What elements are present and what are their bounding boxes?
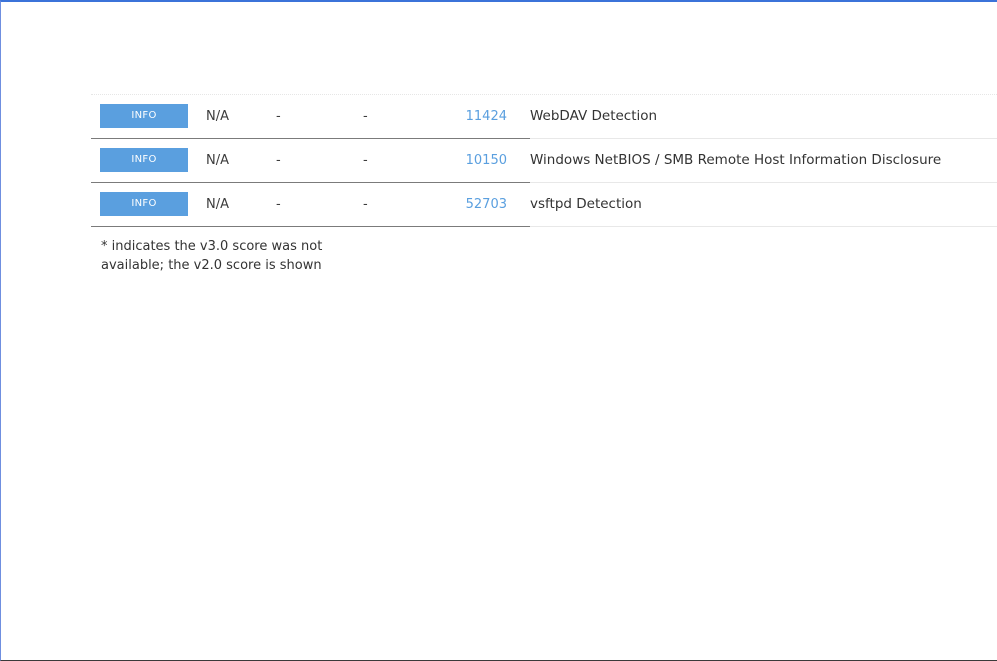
plugin-name: vsftpd Detection	[530, 196, 642, 212]
footnote-line: available; the v2.0 score is shown	[101, 258, 322, 273]
table-row: INFO N/A - - 10150 Windows NetBIOS / SMB…	[91, 139, 997, 183]
footnote-line: * indicates the v3.0 score was not	[101, 239, 323, 254]
table-row: INFO N/A - - 11424 WebDAV Detection	[91, 95, 997, 139]
plugin-name: WebDAV Detection	[530, 108, 658, 124]
plugin-id-link[interactable]: 10150	[91, 139, 507, 182]
table-row: INFO N/A - - 52703 vsftpd Detection	[91, 183, 997, 227]
cvss-footnote: * indicates the v3.0 score was not avail…	[101, 237, 381, 275]
plugin-name: Windows NetBIOS / SMB Remote Host Inform…	[530, 152, 942, 168]
plugin-id-link[interactable]: 11424	[91, 95, 507, 138]
vulnerability-table: INFO N/A - - 11424 WebDAV Detection INFO…	[91, 94, 997, 227]
plugin-id-link[interactable]: 52703	[91, 183, 507, 226]
